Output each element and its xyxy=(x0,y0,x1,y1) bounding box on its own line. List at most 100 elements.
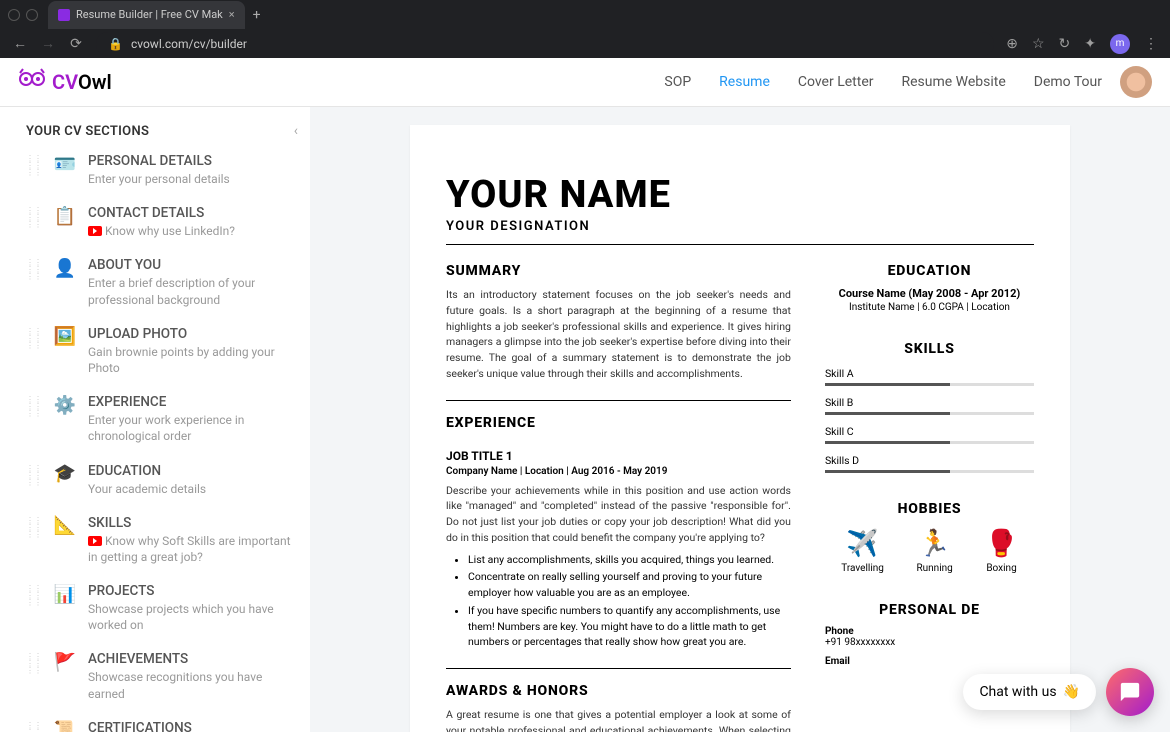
section-icon: 📜 xyxy=(54,720,76,732)
sidebar-title: YOUR CV SECTIONS xyxy=(26,124,149,139)
job-bullet: Concentrate on really selling yourself a… xyxy=(468,569,791,601)
drag-handle-icon[interactable]: ⋮⋮⋮⋮⋮⋮ xyxy=(26,515,42,565)
section-desc: Know why use LinkedIn? xyxy=(88,223,298,239)
summary-text: Its an introductory statement focuses on… xyxy=(446,287,791,382)
skills-title: SKILLS xyxy=(825,341,1034,357)
job-title: JOB TITLE 1 xyxy=(446,449,791,463)
section-desc: Your academic details xyxy=(88,481,298,497)
section-name: EDUCATION xyxy=(88,463,298,479)
skill-row: Skill A xyxy=(825,367,1034,386)
section-name: PROJECTS xyxy=(88,583,298,599)
sidebar-item-skills[interactable]: ⋮⋮⋮⋮⋮⋮ 📐 SKILLS Know why Soft Skills are… xyxy=(26,515,298,565)
section-name: CONTACT DETAILS xyxy=(88,205,298,221)
chat-widget: Chat with us 👋 xyxy=(963,668,1154,716)
sidebar-item-achievements[interactable]: ⋮⋮⋮⋮⋮⋮ 🚩 ACHIEVEMENTS Showcase recogniti… xyxy=(26,651,298,701)
zoom-icon[interactable]: ⊕ xyxy=(1006,36,1018,52)
url-text: cvowl.com/cv/builder xyxy=(131,37,247,51)
window-max[interactable] xyxy=(26,9,38,21)
lock-icon: 🔒 xyxy=(108,37,123,51)
skill-row: Skill B xyxy=(825,396,1034,415)
url-bar[interactable]: 🔒 cvowl.com/cv/builder xyxy=(96,32,994,56)
sidebar-item-about-you[interactable]: ⋮⋮⋮⋮⋮⋮ 👤 ABOUT YOU Enter a brief descrip… xyxy=(26,257,298,307)
hobby-travelling: ✈️Travelling xyxy=(841,529,884,574)
section-name: ABOUT YOU xyxy=(88,257,298,273)
user-avatar[interactable] xyxy=(1120,66,1152,98)
forward-button[interactable]: → xyxy=(40,35,56,52)
job-bullet: If you have specific numbers to quantify… xyxy=(468,603,791,650)
hobby-icon: 🥊 xyxy=(985,529,1017,559)
nav-link-resume[interactable]: Resume xyxy=(719,74,770,90)
browser-tab[interactable]: Resume Builder | Free CV Mak × xyxy=(48,1,245,29)
hobby-icon: ✈️ xyxy=(841,529,884,559)
extensions-icon[interactable]: ✦ xyxy=(1084,36,1096,52)
chat-button[interactable] xyxy=(1106,668,1154,716)
sidebar-item-certifications[interactable]: ⋮⋮⋮⋮⋮⋮ 📜 CERTIFICATIONS xyxy=(26,720,298,732)
collapse-button[interactable]: ‹ xyxy=(294,123,298,139)
nav-link-demo-tour[interactable]: Demo Tour xyxy=(1034,74,1102,90)
experience-title: EXPERIENCE xyxy=(446,415,791,431)
hobby-boxing: 🥊Boxing xyxy=(985,529,1017,574)
section-icon: ⚙️ xyxy=(54,394,76,416)
youtube-icon xyxy=(88,226,102,236)
tab-favicon-icon xyxy=(58,9,70,21)
section-name: PERSONAL DETAILS xyxy=(88,153,298,169)
drag-handle-icon[interactable]: ⋮⋮⋮⋮⋮⋮ xyxy=(26,205,42,239)
history-icon[interactable]: ↻ xyxy=(1059,36,1071,52)
sidebar-item-upload-photo[interactable]: ⋮⋮⋮⋮⋮⋮ 🖼️ UPLOAD PHOTO Gain brownie poin… xyxy=(26,326,298,376)
sidebar-item-education[interactable]: ⋮⋮⋮⋮⋮⋮ 🎓 EDUCATION Your academic details xyxy=(26,463,298,497)
pd-email-label: Email xyxy=(825,656,1034,667)
awards-text: A great resume is one that gives a poten… xyxy=(446,707,791,732)
tab-close-icon[interactable]: × xyxy=(229,8,235,21)
section-name: EXPERIENCE xyxy=(88,394,298,410)
sidebar: YOUR CV SECTIONS ‹ ⋮⋮⋮⋮⋮⋮ 🪪 PERSONAL DET… xyxy=(0,107,310,732)
drag-handle-icon[interactable]: ⋮⋮⋮⋮⋮⋮ xyxy=(26,394,42,444)
sidebar-item-projects[interactable]: ⋮⋮⋮⋮⋮⋮ 📊 PROJECTS Showcase projects whic… xyxy=(26,583,298,633)
drag-handle-icon[interactable]: ⋮⋮⋮⋮⋮⋮ xyxy=(26,326,42,376)
edu-meta: Institute Name | 6.0 CGPA | Location xyxy=(825,302,1034,313)
skill-row: Skill C xyxy=(825,425,1034,444)
section-desc: Enter your personal details xyxy=(88,171,298,187)
sidebar-item-personal-details[interactable]: ⋮⋮⋮⋮⋮⋮ 🪪 PERSONAL DETAILS Enter your per… xyxy=(26,153,298,187)
logo[interactable]: CVOwl xyxy=(18,68,112,96)
nav-link-cover-letter[interactable]: Cover Letter xyxy=(798,74,874,90)
star-icon[interactable]: ☆ xyxy=(1032,36,1045,52)
nav-link-resume-website[interactable]: Resume Website xyxy=(902,74,1006,90)
skill-row: Skills D xyxy=(825,454,1034,473)
section-icon: 🚩 xyxy=(54,651,76,673)
resume-page[interactable]: YOUR NAME YOUR DESIGNATION SUMMARY Its a… xyxy=(410,125,1070,732)
job-meta: Company Name | Location | Aug 2016 - May… xyxy=(446,466,791,477)
back-button[interactable]: ← xyxy=(12,35,28,52)
url-bar-row: ← → ⟳ 🔒 cvowl.com/cv/builder ⊕ ☆ ↻ ✦ m ⋮ xyxy=(0,29,1170,58)
section-icon: 👤 xyxy=(54,257,76,279)
sidebar-item-experience[interactable]: ⋮⋮⋮⋮⋮⋮ ⚙️ EXPERIENCE Enter your work exp… xyxy=(26,394,298,444)
section-name: ACHIEVEMENTS xyxy=(88,651,298,667)
drag-handle-icon[interactable]: ⋮⋮⋮⋮⋮⋮ xyxy=(26,153,42,187)
drag-handle-icon[interactable]: ⋮⋮⋮⋮⋮⋮ xyxy=(26,463,42,497)
window-close[interactable] xyxy=(8,9,20,21)
youtube-icon xyxy=(88,536,102,546)
canvas: YOUR NAME YOUR DESIGNATION SUMMARY Its a… xyxy=(310,107,1170,732)
section-desc: Enter a brief description of your profes… xyxy=(88,275,298,307)
hobbies-title: HOBBIES xyxy=(825,501,1034,517)
menu-icon[interactable]: ⋮ xyxy=(1144,36,1158,52)
sidebar-item-contact-details[interactable]: ⋮⋮⋮⋮⋮⋮ 📋 CONTACT DETAILS Know why use Li… xyxy=(26,205,298,239)
drag-handle-icon[interactable]: ⋮⋮⋮⋮⋮⋮ xyxy=(26,583,42,633)
reload-button[interactable]: ⟳ xyxy=(68,36,84,52)
section-desc: Enter your work experience in chronologi… xyxy=(88,412,298,444)
pd-phone-label: Phone xyxy=(825,626,1034,637)
wave-icon: 👋 xyxy=(1063,684,1080,700)
nav-links: SOP Resume Cover Letter Resume Website Demo … xyxy=(664,74,1102,90)
drag-handle-icon[interactable]: ⋮⋮⋮⋮⋮⋮ xyxy=(26,651,42,701)
drag-handle-icon[interactable]: ⋮⋮⋮⋮⋮⋮ xyxy=(26,257,42,307)
summary-title: SUMMARY xyxy=(446,263,791,279)
profile-badge[interactable]: m xyxy=(1110,34,1130,54)
drag-handle-icon[interactable]: ⋮⋮⋮⋮⋮⋮ xyxy=(26,720,42,732)
pd-phone: +91 98xxxxxxxx xyxy=(825,637,1034,648)
section-desc: Showcase recognitions you have earned xyxy=(88,669,298,701)
section-desc: Showcase projects which you have worked … xyxy=(88,601,298,633)
chat-bubble[interactable]: Chat with us 👋 xyxy=(963,674,1096,710)
new-tab-button[interactable]: + xyxy=(253,7,261,23)
section-icon: 📊 xyxy=(54,583,76,605)
hobby-icon: 🏃 xyxy=(916,529,952,559)
nav-link-sop[interactable]: SOP xyxy=(664,74,691,90)
